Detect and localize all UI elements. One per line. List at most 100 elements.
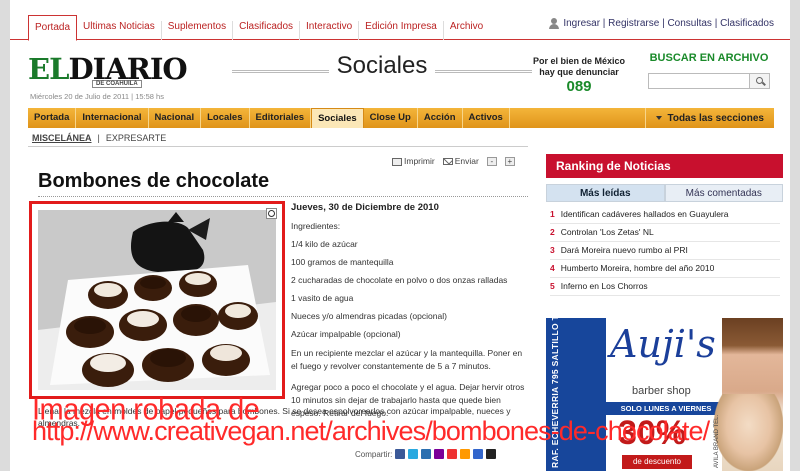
ranking-item[interactable]: 5 Inferno en Los Chorros — [550, 278, 780, 296]
digg-icon[interactable] — [460, 449, 471, 459]
subnav-miscelanea[interactable]: MISCELÁNEA — [32, 133, 92, 143]
print-label: Imprimir — [404, 156, 435, 166]
search-button[interactable] — [749, 74, 769, 88]
ingredient-line: Ingredientes: — [291, 221, 341, 231]
print-button[interactable]: Imprimir — [392, 156, 435, 166]
ranking-item-title[interactable]: Inferno en Los Chorros — [561, 281, 648, 292]
article-title: Bombones de chocolate — [38, 170, 270, 192]
ranking-number: 1 — [550, 209, 555, 219]
tab-mas-leidas[interactable]: Más leídas — [546, 184, 665, 202]
tab-edicion-impresa[interactable]: Edición Impresa — [359, 21, 444, 40]
ingredient-line: 1/4 kilo de azúcar — [291, 239, 358, 249]
watermark-url: http://www.creativegan.net/archives/bomb… — [32, 416, 710, 446]
ingredient-line: 2 cucharadas de chocolate en polvo o dos… — [291, 275, 508, 285]
subnav-separator: | — [97, 133, 100, 143]
linkedin-icon[interactable] — [421, 449, 432, 459]
instruction-paragraph: En un recipiente mezclar el azúcar y la … — [291, 348, 523, 371]
section-title: Sociales — [232, 52, 532, 88]
nav-activos[interactable]: Activos — [463, 108, 510, 128]
ad-discount-label: de descuento — [622, 455, 692, 469]
section-title-text: Sociales — [328, 52, 436, 79]
article-date: Jueves, 30 de Diciembre de 2010 — [291, 202, 439, 213]
article-photo[interactable] — [29, 201, 285, 399]
main-nav: Portada Internacional Nacional Locales E… — [28, 108, 774, 128]
chocolate-photo-illustration — [38, 210, 276, 390]
ingredient-line: Azúcar impalpable (opcional) — [291, 329, 401, 339]
archive-search: BUSCAR EN ARCHIVO — [644, 52, 774, 89]
tab-portada[interactable]: Portada — [28, 15, 78, 41]
tab-clasificados[interactable]: Clasificados — [233, 21, 301, 40]
ranking-number: 3 — [550, 245, 555, 255]
denuncia-text: Por el bien de México hay que denunciar — [532, 56, 626, 77]
twitter-icon[interactable] — [408, 449, 419, 459]
ranking-item[interactable]: 4 Humberto Moreira, hombre del año 2010 — [550, 260, 780, 278]
nav-internacional[interactable]: Internacional — [76, 108, 149, 128]
zoom-icon[interactable] — [266, 208, 277, 219]
ad-model-face — [714, 394, 783, 471]
ranking-header: Ranking de Noticias — [546, 154, 783, 178]
tab-interactivo[interactable]: Interactivo — [300, 21, 360, 40]
send-button[interactable]: Enviar — [442, 156, 479, 166]
nav-nacional[interactable]: Nacional — [149, 108, 202, 128]
print-icon — [392, 157, 402, 166]
google-icon[interactable] — [447, 449, 458, 459]
title-divider — [38, 196, 528, 197]
page: Portada Ultimas Noticias Suplementos Cla… — [10, 0, 790, 471]
nav-portada[interactable]: Portada — [28, 108, 77, 128]
nav-close-up[interactable]: Close Up — [364, 108, 418, 128]
font-smaller-button[interactable]: - — [486, 156, 497, 166]
ranking-list: 1 Identifican cadáveres hallados en Guayu… — [550, 206, 780, 296]
ranking-item-title[interactable]: Identifican cadáveres hallados en Guayul… — [561, 209, 729, 220]
subnav-divider — [28, 146, 528, 147]
nav-editoriales[interactable]: Editoriales — [250, 108, 312, 128]
nav-accion[interactable]: Acción — [418, 108, 463, 128]
ranking-item-title[interactable]: Humberto Moreira, hombre del año 2010 — [561, 263, 715, 274]
ingredient-line: Nueces y/o almendras picadas (opcional) — [291, 311, 447, 321]
facebook-icon[interactable] — [395, 449, 406, 459]
ranking-number: 5 — [550, 281, 555, 291]
sub-nav: MISCELÁNEA | EXPRESARTE — [32, 133, 166, 143]
denuncia-number: 089 — [566, 78, 592, 95]
account-links-text[interactable]: Ingresar | Registrarse | Consultas | Cla… — [563, 18, 774, 29]
nav-sociales[interactable]: Sociales — [311, 108, 364, 128]
tab-ultimas-noticias[interactable]: Ultimas Noticias — [77, 21, 162, 40]
nav-locales[interactable]: Locales — [201, 108, 250, 128]
ranking-item-title[interactable]: Dará Moreira nuevo rumbo al PRI — [561, 245, 688, 256]
send-label: Enviar — [454, 156, 479, 166]
ad-small-text: AVILA BRAND TEL. — [714, 414, 720, 468]
tab-suplementos[interactable]: Suplementos — [162, 21, 234, 40]
font-larger-button[interactable]: + — [504, 156, 515, 166]
delicious-icon[interactable] — [473, 449, 484, 459]
search-input[interactable] — [648, 73, 770, 89]
ranking-item[interactable]: 1 Identifican cadáveres hallados en Guayu… — [550, 206, 780, 224]
user-icon — [549, 18, 560, 29]
ranking-item-title[interactable]: Controlan 'Los Zetas' NL — [561, 227, 654, 238]
chevron-down-icon — [656, 116, 663, 120]
current-date: Miércoles 20 de Julio de 2011 | 15:58 hs — [30, 92, 164, 101]
ranking-number: 4 — [550, 263, 555, 273]
share-label: Compartir: — [355, 449, 393, 459]
search-icon — [756, 77, 763, 84]
ingredient-line: 1 vasito de agua — [291, 293, 354, 303]
share-bar: Compartir: — [355, 449, 497, 459]
article-tools: Imprimir Enviar - + — [392, 156, 515, 166]
mail-icon — [442, 158, 453, 166]
ingredient-line: 100 gramos de mantequilla — [291, 257, 394, 267]
ranking-tabs: Más leídas Más comentadas — [546, 184, 783, 202]
ad-barber-text: barber shop — [632, 385, 691, 397]
subnav-expresarte[interactable]: EXPRESARTE — [106, 133, 166, 143]
ranking-item[interactable]: 3 Dará Moreira nuevo rumbo al PRI — [550, 242, 780, 260]
all-sections-dropdown[interactable]: Todas las secciones — [645, 108, 774, 128]
site-logo[interactable]: ELDIARIO DE COAHUILA — [28, 52, 206, 92]
barber-shop-ad[interactable]: RAF. ECHEVERRIA 795 SALTILLO TEL 134-85-… — [546, 318, 783, 471]
ranking-item[interactable]: 2 Controlan 'Los Zetas' NL — [550, 224, 780, 242]
article-body: Jueves, 30 de Diciembre de 2010 Ingredie… — [291, 203, 531, 428]
more-share-icon[interactable] — [486, 449, 497, 459]
denuncia-banner[interactable]: Por el bien de México hay que denunciar … — [530, 56, 628, 95]
logo-sub: DE COAHUILA — [92, 80, 142, 88]
account-links[interactable]: Ingresar | Registrarse | Consultas | Cla… — [549, 18, 774, 29]
ranking-number: 2 — [550, 227, 555, 237]
tab-archivo[interactable]: Archivo — [444, 21, 489, 40]
tab-mas-comentadas[interactable]: Más comentadas — [664, 184, 783, 202]
yahoo-icon[interactable] — [434, 449, 445, 459]
